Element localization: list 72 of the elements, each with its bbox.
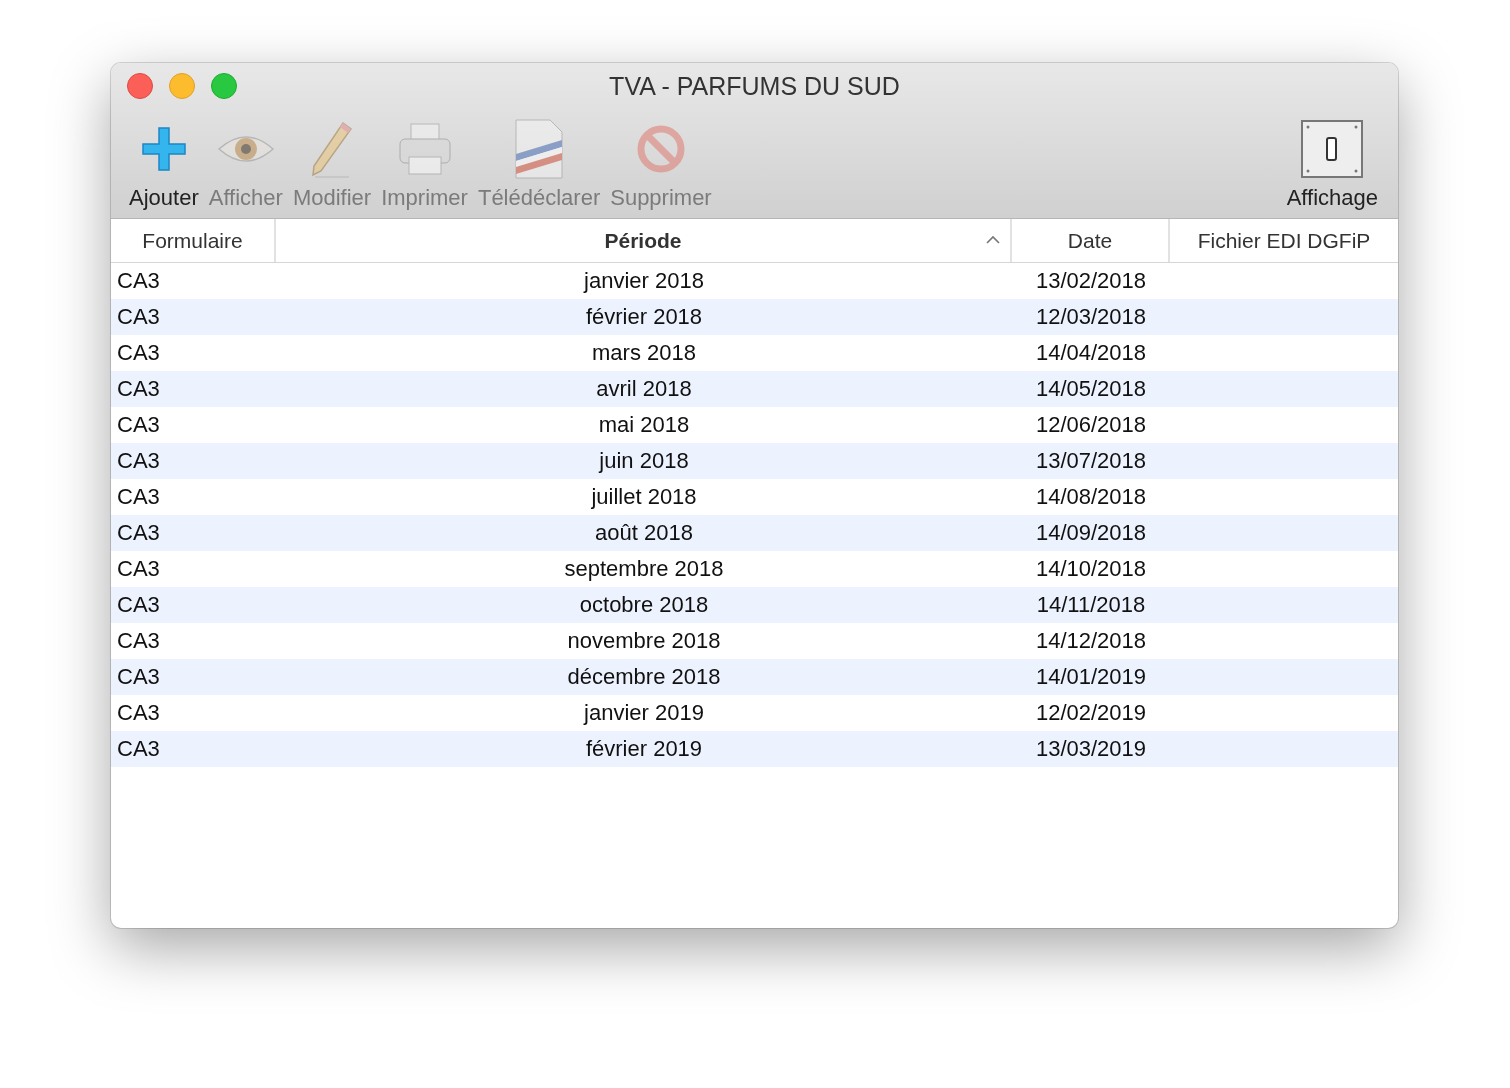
table-cell-text: 14/05/2018 [1034, 376, 1148, 402]
window-title: TVA - PARFUMS DU SUD [609, 71, 900, 101]
table-cell-text: CA3 [116, 268, 161, 294]
table-cell-text: CA3 [116, 412, 161, 438]
table-row[interactable]: CA3 novembre 2018 14/12/2018 [111, 623, 1398, 659]
table-cell-text: février 2018 [584, 304, 704, 330]
table-cell-text: mars 2018 [591, 340, 697, 366]
table-cell-text: 14/11/2018 [1035, 592, 1147, 618]
close-button[interactable] [127, 73, 153, 99]
table-cell-text: 12/03/2018 [1034, 304, 1148, 330]
table-cell-text: CA3 [116, 376, 161, 402]
table-cell-text: 12/02/2019 [1034, 700, 1148, 726]
table-row[interactable]: CA3 janvier 2018 13/02/2018 [111, 263, 1398, 299]
table-cell-text: 14/04/2018 [1034, 340, 1148, 366]
minimize-button[interactable] [169, 73, 195, 99]
table-cell-text: 14/08/2018 [1034, 484, 1148, 510]
table-cell-text: CA3 [116, 556, 161, 582]
table-row[interactable]: CA3 octobre 2018 14/11/2018 [111, 587, 1398, 623]
table-cell-text: juillet 2018 [590, 484, 698, 510]
table-row[interactable]: CA3 février 2019 13/03/2019 [111, 731, 1398, 767]
table-cell-text: septembre 2018 [563, 556, 725, 582]
table-row[interactable]: CA3 juillet 2018 14/08/2018 [111, 479, 1398, 515]
table-cell-text: août 2018 [594, 520, 694, 546]
table-cell-text: 14/01/2019 [1034, 664, 1148, 690]
table-cell-text: 13/03/2019 [1034, 736, 1148, 762]
prohibited-icon [635, 124, 686, 174]
table-cell-text: CA3 [116, 484, 161, 510]
table-cell-text: CA3 [116, 340, 161, 366]
table-cell-text: janvier 2018 [582, 268, 705, 294]
table-cell-text: décembre 2018 [566, 664, 722, 690]
printer-icon [396, 121, 453, 177]
table-cell-text: 14/10/2018 [1034, 556, 1148, 582]
table-cell-text: CA3 [116, 304, 161, 330]
zoom-button[interactable] [211, 73, 237, 99]
toggle-switch-icon [1301, 120, 1364, 178]
document-icon [514, 118, 565, 180]
table-cell-text: CA3 [116, 736, 161, 762]
table-cell-text: février 2019 [584, 736, 704, 762]
table-cell-text: octobre 2018 [578, 592, 710, 618]
table-cell-text: janvier 2019 [582, 700, 705, 726]
plus-icon [140, 126, 187, 172]
table-row[interactable]: CA3 janvier 2019 12/02/2019 [111, 695, 1398, 731]
table-row[interactable]: CA3 février 2018 12/03/2018 [111, 299, 1398, 335]
table-cell-text: juin 2018 [597, 448, 690, 474]
table-cell-text: CA3 [116, 520, 161, 546]
table-cell-text: CA3 [116, 664, 161, 690]
table-row[interactable]: CA3 juin 2018 13/07/2018 [111, 443, 1398, 479]
table-cell-text: CA3 [116, 628, 161, 654]
table-cell-text: mai 2018 [597, 412, 691, 438]
table-row[interactable]: CA3 mars 2018 14/04/2018 [111, 335, 1398, 371]
table-cell-text: 14/12/2018 [1034, 628, 1148, 654]
toolbar-button[interactable]: Affichage [1282, 117, 1382, 211]
table-cell-text: 13/02/2018 [1034, 268, 1148, 294]
table-cell-text: novembre 2018 [566, 628, 722, 654]
table-cell-text: avril 2018 [595, 376, 693, 402]
table-cell-text: CA3 [116, 592, 161, 618]
table-cell-text: 13/07/2018 [1034, 448, 1148, 474]
table-cell-text: 14/09/2018 [1034, 520, 1148, 546]
table-row[interactable]: CA3 août 2018 14/09/2018 [111, 515, 1398, 551]
table-row[interactable]: CA3 septembre 2018 14/10/2018 [111, 551, 1398, 587]
table-cell-text: CA3 [116, 448, 161, 474]
sort-caret-icon [986, 235, 1000, 244]
table-row[interactable]: CA3 avril 2018 14/05/2018 [111, 371, 1398, 407]
table-row[interactable]: CA3 mai 2018 12/06/2018 [111, 407, 1398, 443]
table-cell-text: 12/06/2018 [1034, 412, 1148, 438]
column-header[interactable]: Date [1012, 219, 1170, 262]
table-cell-text: CA3 [116, 700, 161, 726]
column-header[interactable]: Formulaire [111, 219, 276, 262]
toolbar-button[interactable]: Ajouter [125, 117, 203, 211]
column-header[interactable]: Fichier EDI DGFiP [1170, 219, 1398, 262]
column-header[interactable]: Période [276, 219, 1012, 262]
table-row[interactable]: CA3 décembre 2018 14/01/2019 [111, 659, 1398, 695]
